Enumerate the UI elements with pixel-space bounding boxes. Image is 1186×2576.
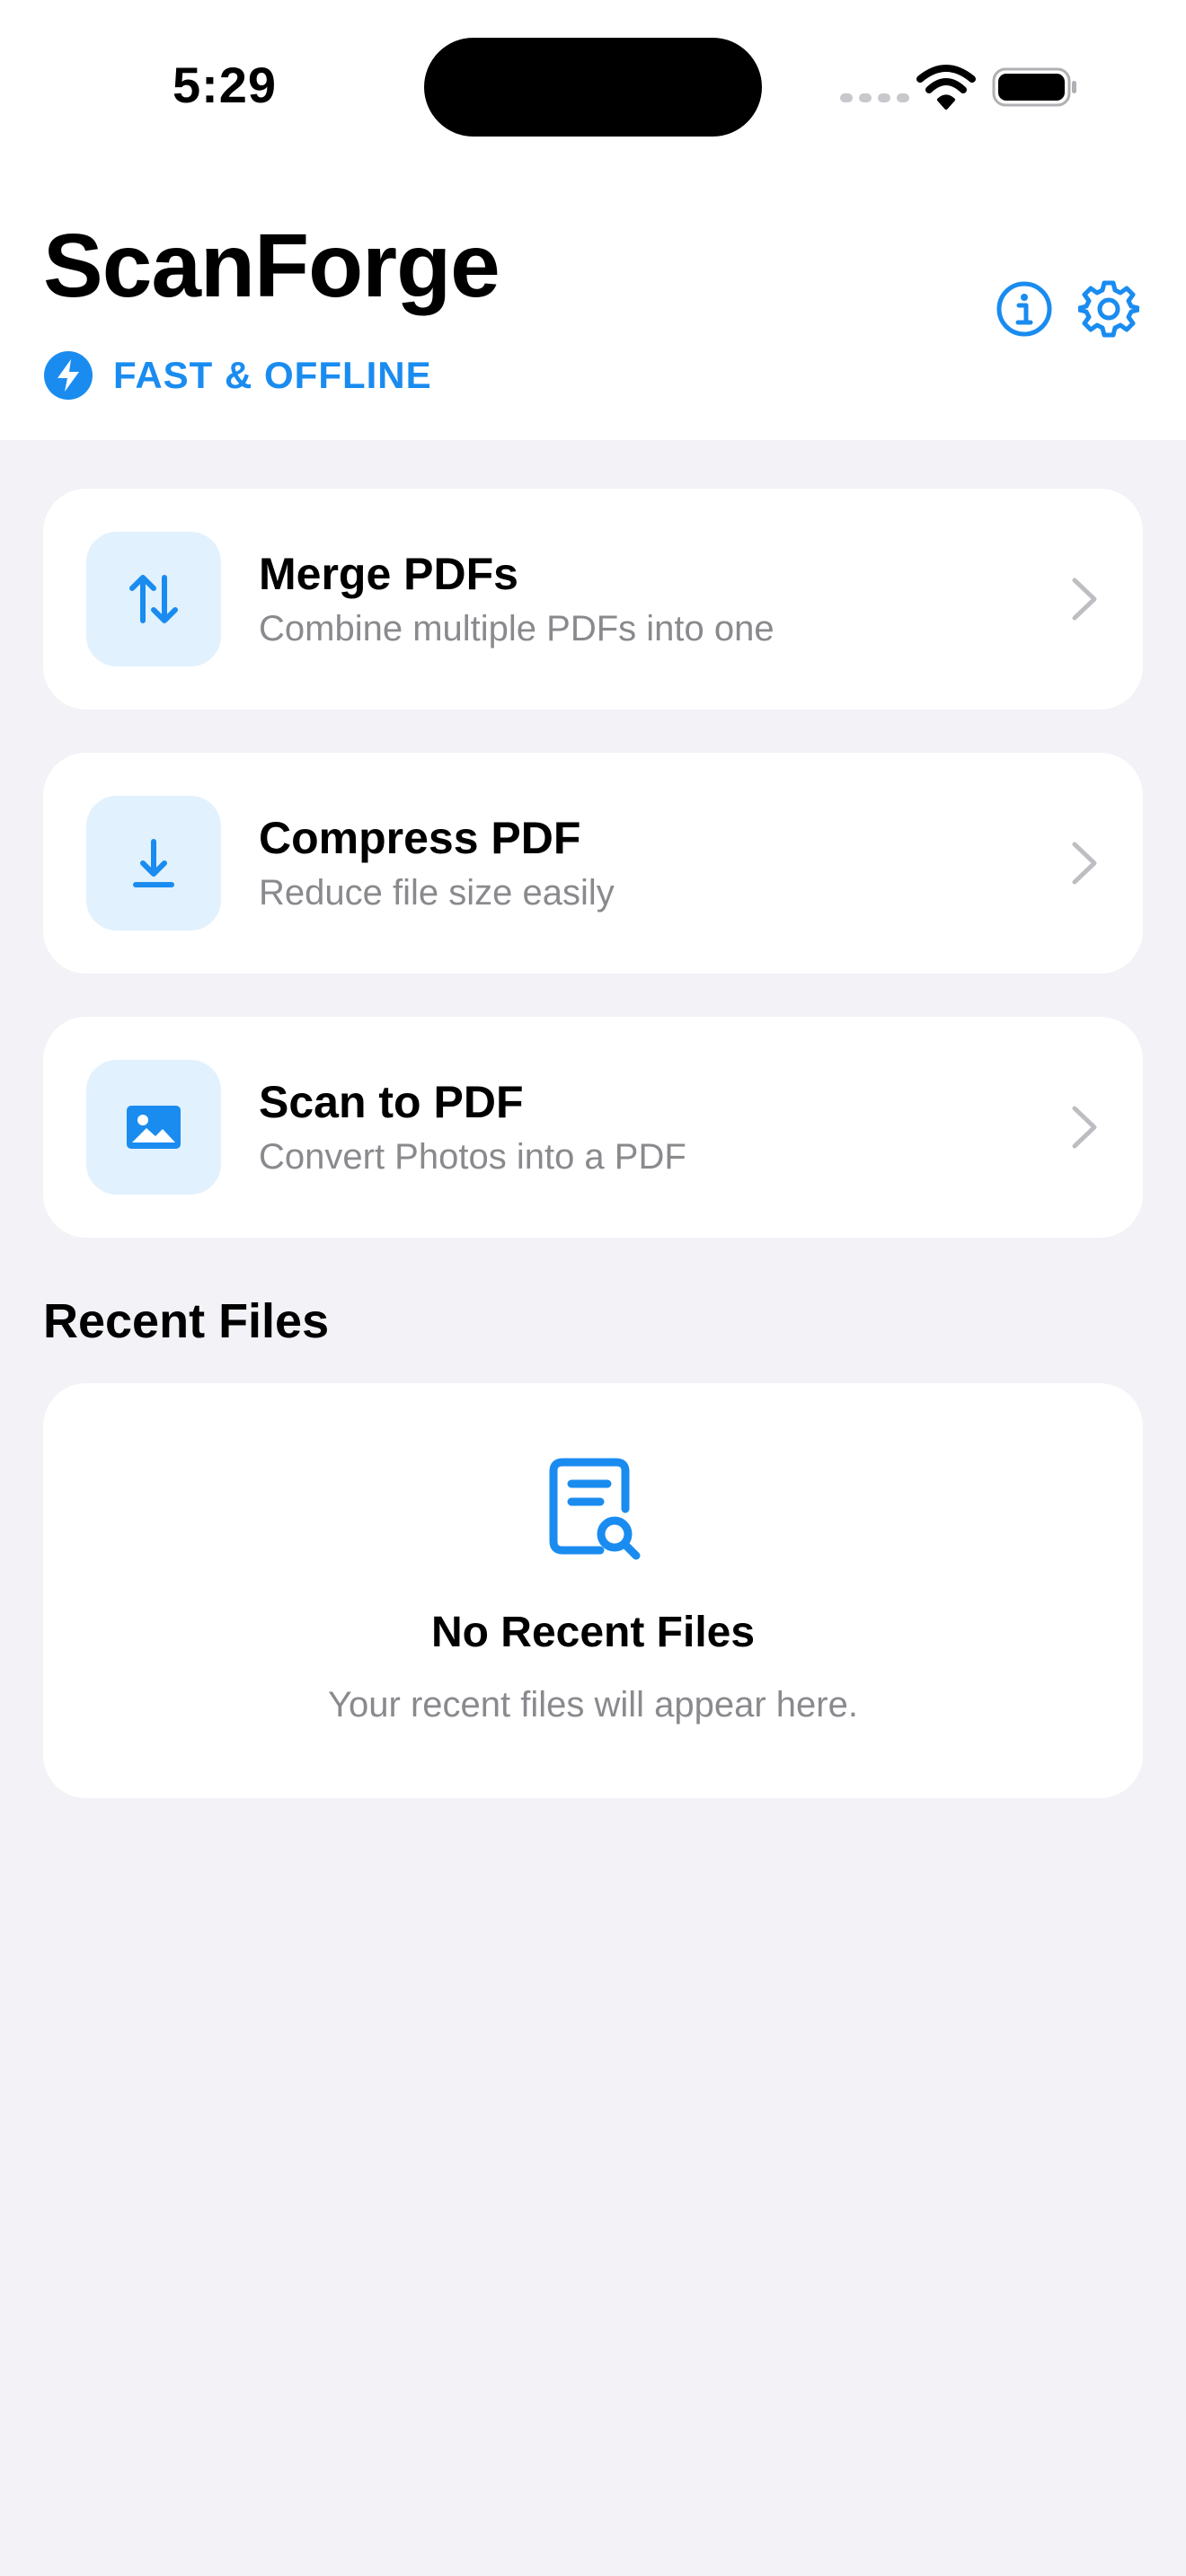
bolt-icon	[44, 351, 93, 400]
compress-icon-tile	[86, 796, 221, 931]
wifi-icon	[916, 65, 976, 110]
recent-files-heading: Recent Files	[43, 1294, 330, 1348]
empty-state-title: No Recent Files	[430, 1609, 756, 1656]
compress-pdf-card[interactable]: Compress PDF Reduce file size easily	[43, 753, 1143, 974]
tool-description: Convert Photos into a PDF	[259, 1137, 686, 1177]
document-search-icon	[549, 1458, 641, 1560]
tool-title: Merge PDFs	[259, 549, 518, 599]
scan-icon-tile	[86, 1060, 221, 1195]
chevron-right-icon	[1072, 842, 1097, 885]
tool-description: Reduce file size easily	[259, 873, 615, 913]
tagline: FAST & OFFLINE	[43, 350, 432, 401]
recent-files-empty-state: No Recent Files Your recent files will a…	[43, 1383, 1143, 1798]
scan-to-pdf-card[interactable]: Scan to PDF Convert Photos into a PDF	[43, 1017, 1143, 1238]
app-title: ScanForge	[43, 216, 500, 316]
chevron-right-icon	[1072, 1106, 1097, 1149]
status-bar: 5:29	[0, 0, 1186, 180]
merge-pdfs-card[interactable]: Merge PDFs Combine multiple PDFs into on…	[43, 489, 1143, 710]
chevron-right-icon	[1072, 578, 1097, 621]
tool-title: Scan to PDF	[259, 1077, 524, 1127]
empty-state-message: Your recent files will appear here.	[328, 1685, 858, 1725]
arrows-up-down-icon	[129, 575, 178, 623]
info-icon[interactable]	[996, 280, 1053, 338]
cellular-signal-icon	[840, 93, 909, 102]
tool-title: Compress PDF	[259, 813, 581, 863]
gear-icon[interactable]	[1078, 278, 1139, 340]
tagline-text: FAST & OFFLINE	[113, 354, 432, 396]
dynamic-island	[424, 38, 762, 137]
battery-icon	[992, 67, 1076, 107]
app-header: ScanForge FAST & OFFLINE	[0, 180, 1186, 440]
merge-icon-tile	[86, 532, 221, 666]
download-arrow-icon	[133, 839, 174, 887]
photo-icon	[127, 1106, 181, 1149]
tool-description: Combine multiple PDFs into one	[259, 609, 774, 648]
status-time: 5:29	[172, 57, 278, 113]
